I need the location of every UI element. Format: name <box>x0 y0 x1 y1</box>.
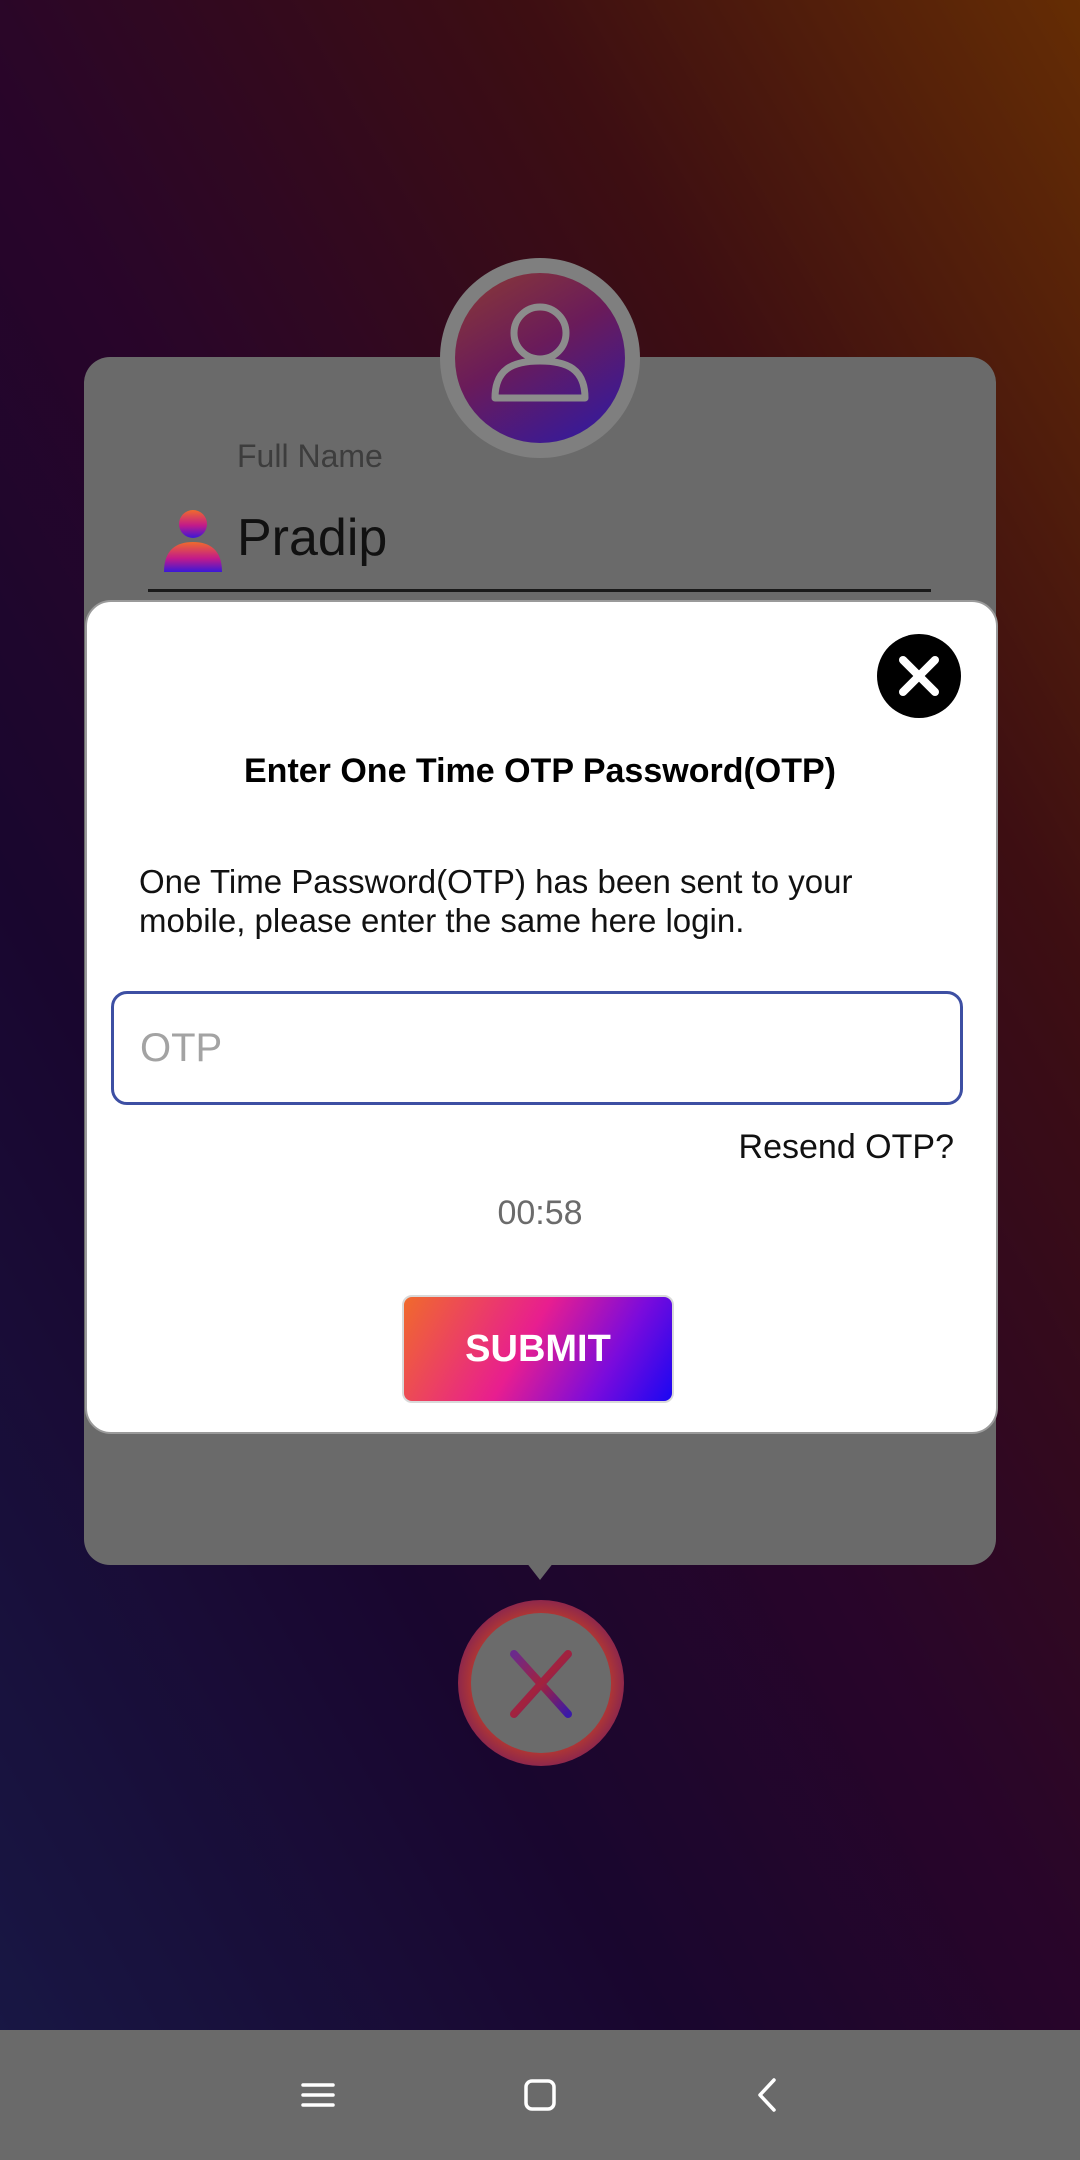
name-underline <box>148 589 931 592</box>
x-icon <box>471 1613 611 1753</box>
dialog-message: One Time Password(OTP) has been sent to … <box>139 863 853 939</box>
nav-home-button[interactable] <box>522 2077 558 2113</box>
person-icon <box>160 508 222 577</box>
menu-icon <box>301 2083 335 2107</box>
card-pointer <box>526 1562 554 1580</box>
otp-input[interactable] <box>111 991 963 1105</box>
dialog-title: Enter One Time OTP Password(OTP) <box>244 752 836 790</box>
cancel-button[interactable] <box>458 1600 624 1766</box>
resend-otp-link[interactable]: Resend OTP? <box>700 1128 954 1167</box>
submit-button[interactable]: SUBMIT <box>402 1295 674 1403</box>
countdown-timer: 00:58 <box>497 1194 583 1232</box>
close-icon <box>899 656 939 696</box>
back-icon <box>758 2078 776 2112</box>
home-icon <box>524 2079 556 2111</box>
full-name-label: Full Name <box>237 438 383 474</box>
dialog-close-button[interactable] <box>877 634 961 718</box>
user-icon <box>455 273 625 443</box>
nav-back-button[interactable] <box>750 2077 786 2113</box>
nav-menu-button[interactable] <box>300 2077 336 2113</box>
full-name-value[interactable]: Pradip <box>237 508 387 568</box>
